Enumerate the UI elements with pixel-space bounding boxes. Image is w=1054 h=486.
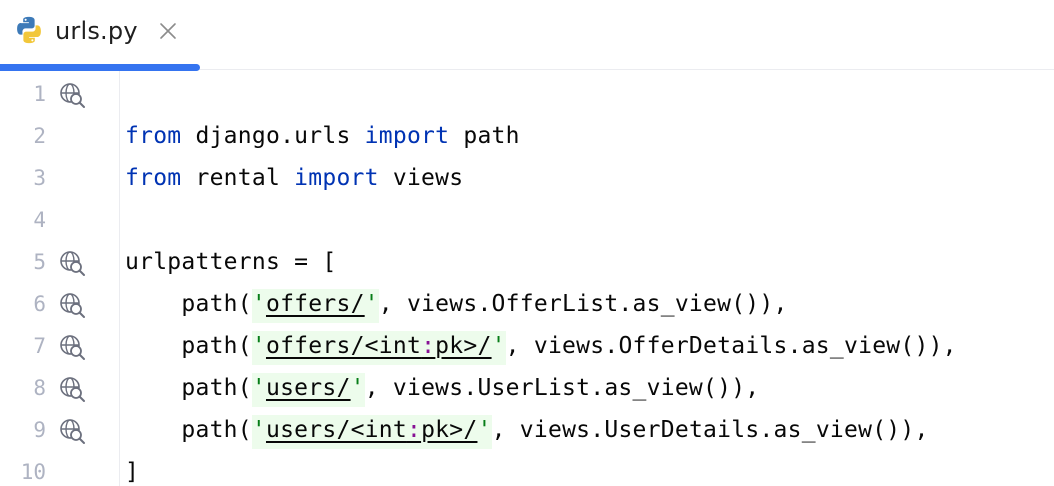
line-number: 2 [33,124,46,148]
imported-name: views [378,165,464,191]
code-line-10[interactable]: 10 ] [0,451,1054,486]
code-line-7[interactable]: 7 path('offers/<int:pk>/', views.OfferDe… [0,325,1054,367]
line-number: 4 [33,208,46,232]
quote: ' [251,375,266,401]
web-endpoint-search-icon[interactable] [58,249,86,277]
active-tab-indicator [0,64,200,71]
imported-name: path [449,123,520,149]
view-reference: , views.UserDetails.as_view()), [491,417,929,443]
code-text: path('users/<int:pk>/', views.UserDetail… [125,409,929,451]
web-endpoint-search-icon[interactable] [58,417,86,445]
path-call: path( [125,375,252,401]
line-number: 8 [33,376,46,400]
quote: ' [364,291,379,317]
path-call: path( [125,291,252,317]
url-converter-colon: : [406,417,422,443]
keyword-from: from [125,123,182,149]
url-pattern-link-tail[interactable]: pk>/ [421,417,477,443]
line-number: 5 [33,250,46,274]
line-number: 10 [20,460,46,484]
quote: ' [251,417,266,443]
url-pattern-string[interactable]: 'offers/' [251,289,379,323]
url-pattern-link[interactable]: offers/<int [266,333,421,359]
web-endpoint-search-icon[interactable] [58,375,86,403]
web-endpoint-search-icon[interactable] [58,333,86,361]
code-text: ] [125,459,140,485]
view-reference: , views.OfferList.as_view()), [378,291,788,317]
module-name: django.urls [181,123,365,149]
code-text: path('users/', views.UserList.as_view())… [125,367,759,409]
line-number: 6 [33,292,46,316]
code-line-1[interactable]: 1 [0,73,1054,115]
code-text: path('offers/<int:pk>/', views.OfferDeta… [125,325,957,367]
web-endpoint-search-icon[interactable] [58,291,86,319]
code-text: urlpatterns = [ [125,249,337,275]
module-name: rental [181,165,295,191]
line-number: 3 [33,166,46,190]
url-converter-colon: : [421,333,436,359]
quote: ' [251,333,266,359]
url-pattern-string[interactable]: 'users/' [251,373,365,407]
code-text: path('offers/', views.OfferList.as_view(… [125,283,788,325]
code-line-8[interactable]: 8 path('users/', views.UserList.as_view(… [0,367,1054,409]
code-line-5[interactable]: 5 urlpatterns = [ [0,241,1054,283]
quote: ' [491,333,506,359]
code-line-4[interactable]: 4 [0,199,1054,241]
url-pattern-link[interactable]: offers/ [266,291,365,317]
keyword-from: from [125,165,182,191]
tab-urls-py[interactable]: urls.py [0,0,200,71]
tab-title: urls.py [55,17,138,45]
code-line-9[interactable]: 9 path('users/<int:pk>/', views.UserDeta… [0,409,1054,451]
quote: ' [350,375,365,401]
quote: ' [477,417,492,443]
line-number: 9 [33,418,46,442]
url-pattern-link[interactable]: users/<int [266,417,407,443]
code-editor[interactable]: 1 2 from django.urls import path 3 from … [0,71,1054,486]
line-number: 7 [33,334,46,358]
quote: ' [251,291,266,317]
close-icon[interactable] [157,20,179,42]
url-pattern-link[interactable]: users/ [266,375,351,401]
path-call: path( [125,417,252,443]
path-call: path( [125,333,252,359]
line-number: 1 [33,82,46,106]
editor-tab-bar: urls.py [0,0,1054,71]
view-reference: , views.UserList.as_view()), [364,375,760,401]
url-pattern-string[interactable]: 'users/<int:pk>/' [251,415,492,449]
code-line-3[interactable]: 3 from rental import views [0,157,1054,199]
code-line-2[interactable]: 2 from django.urls import path [0,115,1054,157]
keyword-import: import [294,165,379,191]
url-pattern-link-tail[interactable]: pk>/ [435,333,491,359]
code-line-6[interactable]: 6 path('offers/', views.OfferList.as_vie… [0,283,1054,325]
keyword-import: import [364,123,450,149]
view-reference: , views.OfferDetails.as_view()), [505,333,957,359]
url-pattern-string[interactable]: 'offers/<int:pk>/' [251,331,506,365]
python-file-icon [17,16,41,44]
code-text: from django.urls import path [125,115,520,157]
web-endpoint-search-icon[interactable] [58,81,86,109]
code-text: from rental import views [125,157,463,199]
